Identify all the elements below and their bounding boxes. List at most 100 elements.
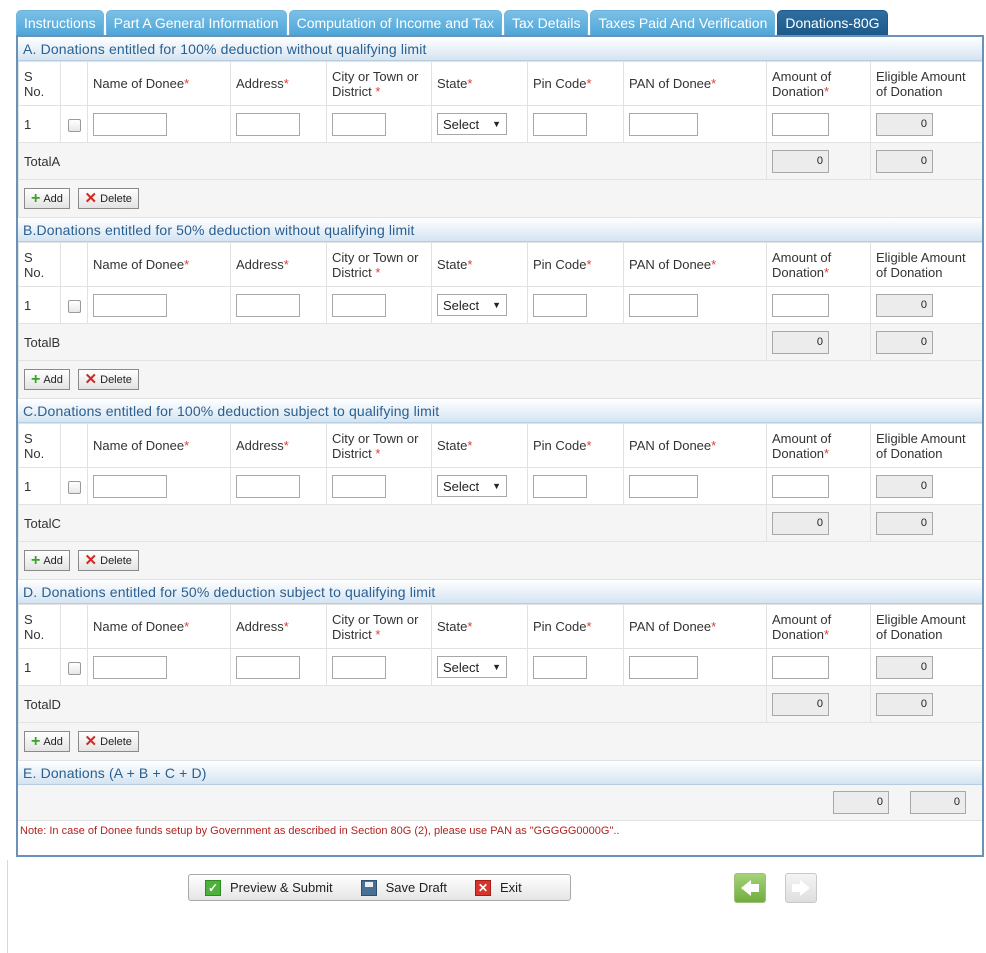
required-mark: * <box>467 438 473 453</box>
tab-donations-80g[interactable]: Donations-80G <box>777 10 888 35</box>
add-button[interactable]: + Add <box>24 731 70 752</box>
amount-input[interactable] <box>772 293 829 317</box>
save-draft-label: Save Draft <box>385 880 448 895</box>
col-state: State* <box>431 242 528 287</box>
exit-button[interactable]: ✕ Exit <box>475 879 522 896</box>
amount-input[interactable] <box>772 655 829 679</box>
name-of-donee-input[interactable] <box>93 112 167 136</box>
add-button[interactable]: + Add <box>24 188 70 209</box>
required-mark: * <box>711 76 717 91</box>
eligible-amount-value: 0 <box>876 112 933 136</box>
row-checkbox[interactable] <box>67 118 81 132</box>
previous-button[interactable] <box>734 873 766 903</box>
total-row: TotalC 0 0 <box>18 504 982 542</box>
col-city: City or Town or District * <box>326 423 432 468</box>
delete-button[interactable]: ✕ Delete <box>77 369 139 390</box>
address-input[interactable] <box>236 293 300 317</box>
col-eligible-amount: Eligible Amount of Donation <box>870 61 982 106</box>
button-row: + Add ✕ Delete <box>18 179 982 218</box>
delete-button[interactable]: ✕ Delete <box>77 731 139 752</box>
total-label: TotalC <box>18 504 767 542</box>
required-mark: * <box>824 83 830 99</box>
preview-submit-button[interactable]: ✓ Preview & Submit <box>205 879 333 896</box>
table-header-row: S No. Name of Donee* Address* City or Town o… <box>18 604 982 649</box>
col-eligible-amount: Eligible Amount of Donation <box>870 423 982 468</box>
required-mark: * <box>586 619 592 634</box>
tab-taxes-paid-and-verification[interactable]: Taxes Paid And Verification <box>590 10 776 35</box>
col-select <box>60 604 88 649</box>
col-address: Address* <box>230 61 327 106</box>
total-row: TotalA 0 0 <box>18 142 982 180</box>
button-row: + Add ✕ Delete <box>18 360 982 399</box>
state-select[interactable]: Select ▼ <box>437 294 507 316</box>
address-input[interactable] <box>236 112 300 136</box>
name-of-donee-input[interactable] <box>93 293 167 317</box>
amount-input[interactable] <box>772 474 829 498</box>
close-icon: ✕ <box>475 879 492 896</box>
pan-input[interactable] <box>629 474 698 498</box>
tab-tax-details[interactable]: Tax Details <box>504 10 589 35</box>
amount-input[interactable] <box>772 112 829 136</box>
state-select[interactable]: Select ▼ <box>437 113 507 135</box>
pan-input[interactable] <box>629 293 698 317</box>
required-mark: * <box>711 619 717 634</box>
chevron-down-icon: ▼ <box>492 300 501 310</box>
name-of-donee-input[interactable] <box>93 474 167 498</box>
pin-code-input[interactable] <box>533 293 587 317</box>
address-input[interactable] <box>236 474 300 498</box>
tab-computation-of-income-and-tax[interactable]: Computation of Income and Tax <box>288 10 502 35</box>
required-mark: * <box>711 257 717 272</box>
action-bar: ✓ Preview & Submit Save Draft ✕ Exit <box>188 874 571 901</box>
plus-icon: + <box>31 551 41 569</box>
required-mark: * <box>184 619 190 634</box>
pin-code-input[interactable] <box>533 474 587 498</box>
required-mark: * <box>375 83 381 99</box>
table-header-row: S No. Name of Donee* Address* City or Town o… <box>18 423 982 468</box>
add-button[interactable]: + Add <box>24 369 70 390</box>
col-pan-of-donee: PAN of Donee* <box>623 423 767 468</box>
next-button[interactable] <box>785 873 817 903</box>
col-amount-of-donation: Amount of Donation* <box>766 242 871 287</box>
state-select[interactable]: Select ▼ <box>437 656 507 678</box>
col-name-of-donee: Name of Donee* <box>87 604 231 649</box>
pin-code-input[interactable] <box>533 655 587 679</box>
required-mark: * <box>586 438 592 453</box>
delete-button[interactable]: ✕ Delete <box>77 188 139 209</box>
state-select[interactable]: Select ▼ <box>437 475 507 497</box>
city-input[interactable] <box>332 655 386 679</box>
city-input[interactable] <box>332 293 386 317</box>
required-mark: * <box>283 76 289 91</box>
arrow-right-icon <box>800 880 810 896</box>
pin-code-input[interactable] <box>533 112 587 136</box>
col-pan-of-donee: PAN of Donee* <box>623 61 767 106</box>
save-draft-button[interactable]: Save Draft <box>360 879 448 896</box>
row-checkbox[interactable] <box>67 480 81 494</box>
city-input[interactable] <box>332 474 386 498</box>
col-city: City or Town or District * <box>326 604 432 649</box>
pan-input[interactable] <box>629 112 698 136</box>
section-c-title: C.Donations entitled for 100% deduction … <box>18 399 982 423</box>
section-b-title: B.Donations entitled for 50% deduction w… <box>18 218 982 242</box>
row-checkbox[interactable] <box>67 661 81 675</box>
total-row: TotalB 0 0 <box>18 323 982 361</box>
city-input[interactable] <box>332 112 386 136</box>
row-sno: 1 <box>18 648 61 686</box>
col-eligible-amount: Eligible Amount of Donation <box>870 604 982 649</box>
section-e-eligible: 0 <box>910 791 966 814</box>
tab-instructions[interactable]: Instructions <box>16 10 104 35</box>
col-sno: S No. <box>18 242 61 287</box>
pan-input[interactable] <box>629 655 698 679</box>
name-of-donee-input[interactable] <box>93 655 167 679</box>
section-e-title: E. Donations (A + B + C + D) <box>18 761 982 785</box>
tab-part-a-general-information[interactable]: Part A General Information <box>105 10 287 35</box>
row-checkbox[interactable] <box>67 299 81 313</box>
total-amount-value: 0 <box>772 692 829 716</box>
section-e-amount: 0 <box>833 791 889 814</box>
delete-button[interactable]: ✕ Delete <box>77 550 139 571</box>
plus-icon: + <box>31 370 41 388</box>
add-button[interactable]: + Add <box>24 550 70 571</box>
required-mark: * <box>467 619 473 634</box>
col-city: City or Town or District * <box>326 61 432 106</box>
address-input[interactable] <box>236 655 300 679</box>
table-row: 1 Select ▼ 0 <box>18 648 982 686</box>
